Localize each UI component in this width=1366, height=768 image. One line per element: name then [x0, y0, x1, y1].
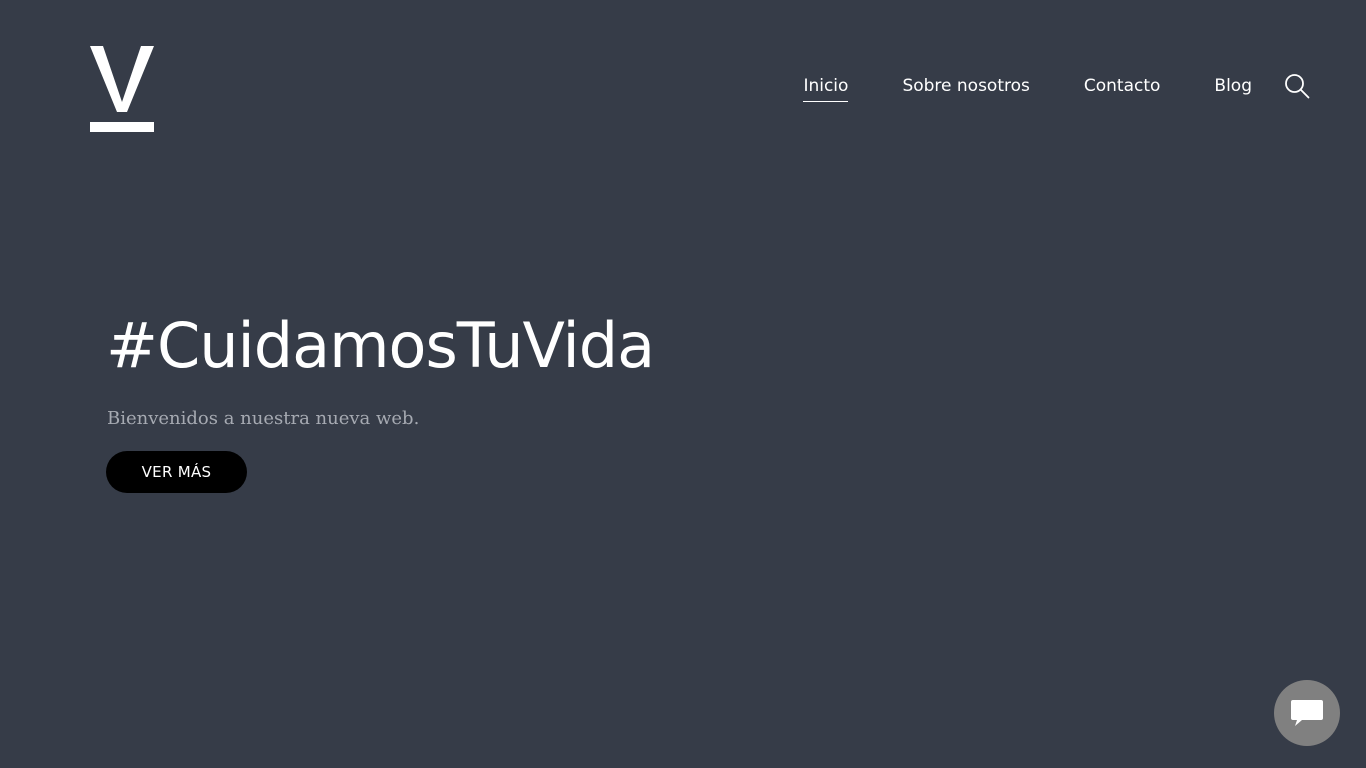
v-logo-icon — [90, 46, 154, 132]
nav-item-sobre-nosotros[interactable]: Sobre nosotros — [902, 74, 1029, 101]
main-nav: Inicio Sobre nosotros Contacto Blog — [803, 74, 1310, 102]
nav-item-contacto[interactable]: Contacto — [1084, 74, 1161, 101]
nav-item-blog[interactable]: Blog — [1214, 74, 1252, 101]
ver-mas-button[interactable]: VER MÁS — [106, 451, 247, 493]
hero-title: #CuidamosTuVida — [106, 309, 655, 382]
site-logo[interactable] — [90, 46, 154, 132]
chat-icon — [1291, 700, 1323, 726]
search-button[interactable] — [1284, 73, 1310, 99]
chat-button[interactable] — [1274, 680, 1340, 746]
nav-item-inicio[interactable]: Inicio — [803, 74, 849, 102]
search-icon — [1285, 74, 1310, 99]
hero-subtitle: Bienvenidos a nuestra nueva web. — [107, 408, 420, 429]
